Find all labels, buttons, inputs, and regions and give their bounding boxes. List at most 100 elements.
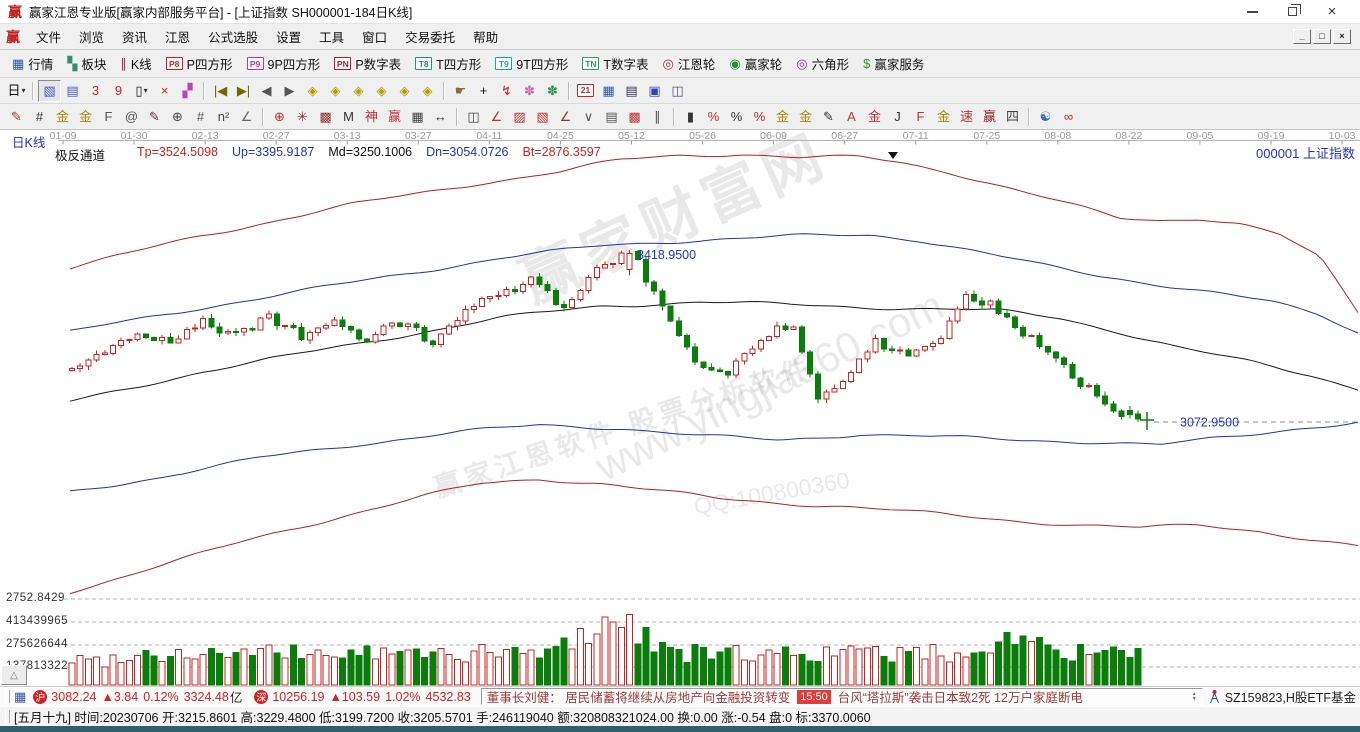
gold-line-tool[interactable]: 金 [794,106,817,128]
angle-lines-tool[interactable]: ∠ [554,106,577,128]
save-button[interactable]: ▣ [643,80,666,102]
prev-bar-button[interactable]: ◀ [255,80,278,102]
zoom-up-button[interactable]: ◈ [416,80,439,102]
speed-line-tool[interactable]: 速 [955,106,978,128]
gold-section-tool[interactable]: 金 [771,106,794,128]
shrink-right-button[interactable]: ◈ [324,80,347,102]
percent-line-tool[interactable]: % [748,106,771,128]
menu-item-1[interactable]: 浏览 [70,23,113,50]
mdi-minimize-button[interactable]: _ [1293,29,1311,44]
pen-chart-tool[interactable]: ✎ [143,106,166,128]
compare-button[interactable]: × [153,80,176,102]
shrink-left-button[interactable]: ◈ [301,80,324,102]
wave-m-tool[interactable]: M [337,106,360,128]
pattern-window-button[interactable]: ▧ [38,80,61,102]
leaf-tool-button[interactable]: ✽ [541,80,564,102]
flash-tool-button[interactable]: ↯ [495,80,518,102]
window-close-button[interactable]: × [1312,2,1352,22]
zoom-all-button[interactable]: ◈ [370,80,393,102]
gann-wheel-button[interactable]: ◎江恩轮 [656,51,723,76]
p-square-button[interactable]: P8P四方形 [159,51,240,76]
compass-circle-tool[interactable]: ⊕ [166,106,189,128]
stock-ticker-text[interactable]: SZ159823,H股ETF基金 [1225,687,1356,706]
grid-pattern-tool[interactable]: ▤ [600,106,623,128]
expand-horizontal-button[interactable]: ◈ [347,80,370,102]
ticker-spinner[interactable]: ▲▼ [1192,692,1197,702]
spiral-tool[interactable]: @ [120,106,143,128]
period-selector[interactable]: 日▾ [5,80,28,102]
price-box-tool[interactable]: ◫ [462,106,485,128]
chart-area[interactable]: 赢家财富网 www.yingjia360.com QQ:100800360 赢家… [0,130,1360,686]
bar-chart-tool[interactable]: ▮ [679,106,702,128]
menu-item-6[interactable]: 工具 [310,23,353,50]
ruler-scale-tool[interactable]: ▦ [406,106,429,128]
hand-tool-button[interactable]: ☛ [449,80,472,102]
info-panel-button[interactable]: ▤ [61,80,84,102]
menu-item-4[interactable]: 公式选股 [199,23,267,50]
calendar-button[interactable]: 21 [574,80,597,102]
yingjia-angle-tool[interactable]: 赢 [978,106,1001,128]
gann-circle-tool[interactable]: ⊕ [268,106,291,128]
n-square-tool[interactable]: n² [212,106,235,128]
news-ticker[interactable]: 董事长刘健： 居民储蓄将继续从房地产向金融投资转变 15:50 台风“塔拉斯”袭… [481,688,1203,705]
hexagon-button[interactable]: ◎六角形 [789,51,856,76]
gold-grid-alt-tool[interactable]: 金 [74,106,97,128]
mdi-close-button[interactable]: × [1333,29,1351,44]
menu-item-2[interactable]: 资讯 [113,23,156,50]
nine-t-square-button[interactable]: T99T四方形 [488,51,575,76]
calculator-button[interactable]: ▦ [597,80,620,102]
winner-wheel-button[interactable]: ◉赢家轮 [722,51,789,76]
gold-angle-alt-tool[interactable]: 金 [932,106,955,128]
yingjia-grid-tool[interactable]: 赢 [383,106,406,128]
window-restore-button[interactable] [1272,2,1312,22]
next-bar-button[interactable]: ▶ [278,80,301,102]
t-number-table-button[interactable]: TNT数字表 [575,51,655,76]
check-lines-tool[interactable]: ∨ [577,106,600,128]
menu-item-3[interactable]: 江恩 [156,23,199,50]
window-minimize-button[interactable] [1232,2,1272,22]
mdi-restore-button[interactable]: □ [1313,29,1331,44]
gold-grid-tool[interactable]: 金 [51,106,74,128]
p-number-table-button[interactable]: PNP数字表 [327,51,408,76]
f-angle-tool[interactable]: F [909,106,932,128]
j-line-tool[interactable]: J [886,106,909,128]
notebook-button[interactable]: ▤ [620,80,643,102]
angle-ruler-tool[interactable]: ∠ [235,106,258,128]
winner-service-button[interactable]: $赢家服务 [856,51,931,76]
fibonacci-grid-tool[interactable]: F [97,106,120,128]
menu-item-9[interactable]: 帮助 [464,23,507,50]
first-bar-button[interactable]: |◀ [209,80,232,102]
sectors-button[interactable]: ▚板块 [60,51,113,76]
expand-vertical-button[interactable]: ◈ [393,80,416,102]
menu-item-0[interactable]: 文件 [27,23,70,50]
infobar-grip[interactable] [5,690,10,703]
expand-volume-button[interactable]: △ [1,665,27,685]
nine-p-square-button[interactable]: P99P四方形 [240,51,328,76]
pen-tool[interactable]: ✎ [5,106,28,128]
menu-item-5[interactable]: 设置 [267,23,310,50]
a-wave-tool[interactable]: A [840,106,863,128]
fan-grid-tool[interactable]: ▧ [531,106,554,128]
flower-tool-button[interactable]: ✽ [518,80,541,102]
yinyang-button[interactable]: ☯ [1034,106,1057,128]
menu-item-7[interactable]: 窗口 [353,23,396,50]
quotes-button[interactable]: ▦行情 [5,51,60,76]
grid-ruler-tool[interactable]: # [28,106,51,128]
last-bar-button[interactable]: ▶| [232,80,255,102]
gold-angle-tool[interactable]: 金 [863,106,886,128]
gann-square-x-tool[interactable]: ▩ [314,106,337,128]
nine-line-button[interactable]: 9 [107,80,130,102]
gann-grid-tool[interactable]: ▩ [623,106,646,128]
infinity-button[interactable]: ∞ [1057,106,1080,128]
brush-tool[interactable]: ✎ [817,106,840,128]
statusbar-grip[interactable] [5,710,10,723]
three-line-button[interactable]: 3 [84,80,107,102]
t-square-button[interactable]: T8T四方形 [408,51,488,76]
width-measure-tool[interactable]: ↔ [429,106,452,128]
parallel-lines-tool[interactable]: ∥ [646,106,669,128]
candle-style-selector[interactable]: ▯▾ [130,80,153,102]
shen-grid-tool[interactable]: 神 [360,106,383,128]
kline-chart[interactable]: 3418.95003072.9500 [0,130,1360,686]
percent-trend-tool[interactable]: % [702,106,725,128]
percent-tool[interactable]: % [725,106,748,128]
